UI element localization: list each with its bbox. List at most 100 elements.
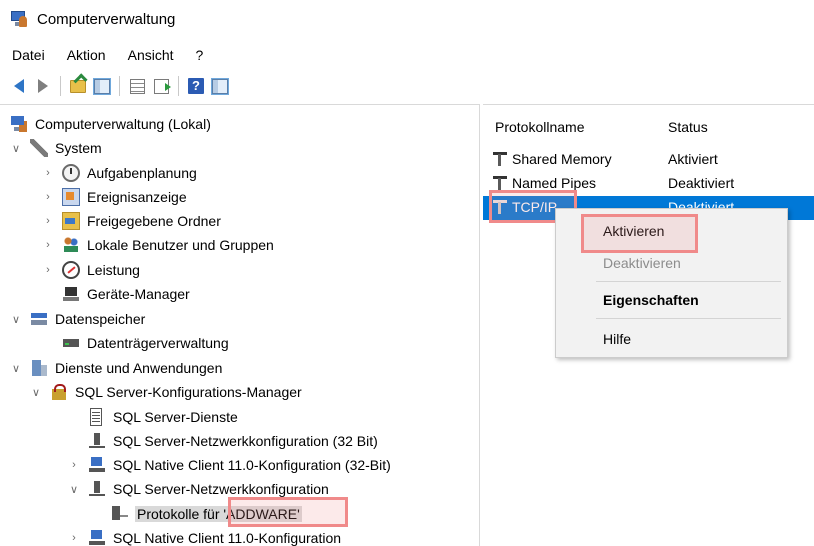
back-button[interactable] xyxy=(8,75,30,97)
show-hide-tree-icon xyxy=(93,77,111,95)
title-bar: Computerverwaltung xyxy=(0,0,814,38)
protocol-name: Shared Memory xyxy=(512,151,612,167)
menu-help[interactable]: ? xyxy=(194,46,206,64)
menu-item-deaktivieren: Deaktivieren xyxy=(603,255,681,271)
computer-management-icon xyxy=(10,10,28,28)
tree-item-label: Protokolle für 'ADDWARE' xyxy=(135,506,302,522)
help-button[interactable]: ? xyxy=(185,75,207,97)
menu-item-aktivieren[interactable]: Aktivieren xyxy=(556,218,787,244)
export-list-icon xyxy=(153,78,171,94)
network-config-icon xyxy=(88,432,106,450)
column-header-status[interactable]: Status xyxy=(668,119,708,135)
tree-item-sql-manager[interactable]: ∨ SQL Server-Konfigurations-Manager xyxy=(30,380,302,404)
tree-item-label: Leistung xyxy=(87,262,140,278)
services-icon xyxy=(30,359,48,377)
tree-item-geraete-manager[interactable]: › Geräte-Manager xyxy=(42,282,190,306)
protocol-name: TCP/IP xyxy=(512,199,558,215)
clock-icon xyxy=(62,164,80,182)
tree-item-label: Ereignisanzeige xyxy=(87,189,187,205)
tree-item-label: SQL Server-Konfigurations-Manager xyxy=(75,384,302,400)
menu-item-hilfe[interactable]: Hilfe xyxy=(556,326,787,352)
protocol-plug-icon xyxy=(492,175,510,191)
toolbar-separator xyxy=(119,76,120,96)
storage-icon xyxy=(30,310,48,328)
tree-item-label: SQL Server-Dienste xyxy=(113,409,238,425)
up-folder-icon xyxy=(70,79,86,93)
menu-aktion[interactable]: Aktion xyxy=(65,46,108,64)
tree-item-label: System xyxy=(55,140,102,156)
protocol-status: Deaktiviert xyxy=(668,175,735,191)
tree-item-sql-dienste[interactable]: › SQL Server-Dienste xyxy=(68,405,238,429)
menu-ansicht[interactable]: Ansicht xyxy=(126,46,176,64)
protocol-plug-icon xyxy=(492,151,510,167)
tree-item-system[interactable]: ∨ System xyxy=(10,136,102,160)
forward-button[interactable] xyxy=(32,75,54,97)
tree-item-sql-netzwerk-32[interactable]: › SQL Server-Netzwerkkonfiguration (32 B… xyxy=(68,429,378,453)
protocol-name-cell: TCP/IP xyxy=(492,199,557,215)
native-client-icon xyxy=(88,456,106,474)
computer-management-icon xyxy=(10,115,28,133)
properties-list-icon xyxy=(129,78,145,94)
tree-item-label: Datenspeicher xyxy=(55,311,146,327)
tree-item-root[interactable]: Computerverwaltung (Lokal) xyxy=(10,112,211,136)
chevron-right-icon[interactable]: › xyxy=(68,459,80,471)
tree-item-native-client-32[interactable]: › SQL Native Client 11.0-Konfiguration (… xyxy=(68,453,391,477)
up-one-level-button[interactable] xyxy=(67,75,89,97)
tools-icon xyxy=(30,139,48,157)
protocol-name-cell: Shared Memory xyxy=(492,151,612,167)
tree-item-label: Lokale Benutzer und Gruppen xyxy=(87,237,274,253)
native-client-icon xyxy=(88,529,106,546)
tree-item-freigegebene-ordner[interactable]: › Freigegebene Ordner xyxy=(42,209,221,233)
tree-item-label: SQL Server-Netzwerkkonfiguration (32 Bit… xyxy=(113,433,378,449)
list-row-shared-memory[interactable]: Shared Memory Aktiviert xyxy=(483,148,814,172)
tree-item-datentraegerverwaltung[interactable]: › Datenträgerverwaltung xyxy=(42,331,229,355)
tree-item-label: SQL Native Client 11.0-Konfiguration (32… xyxy=(113,457,391,473)
performance-icon xyxy=(62,261,80,279)
chevron-down-icon[interactable]: ∨ xyxy=(10,362,22,375)
tree-item-lokale-benutzer[interactable]: › Lokale Benutzer und Gruppen xyxy=(42,233,274,257)
chevron-down-icon[interactable]: ∨ xyxy=(68,483,80,496)
chevron-right-icon[interactable]: › xyxy=(42,191,54,203)
chevron-down-icon[interactable]: ∨ xyxy=(30,386,42,399)
export-list-button[interactable] xyxy=(150,75,172,97)
tree-item-ereignisanzeige[interactable]: › Ereignisanzeige xyxy=(42,185,187,209)
protocol-name: Named Pipes xyxy=(512,175,597,191)
protocols-icon xyxy=(110,505,128,523)
chevron-right-icon[interactable]: › xyxy=(42,167,54,179)
chevron-down-icon[interactable]: ∨ xyxy=(10,142,22,155)
tree-item-leistung[interactable]: › Leistung xyxy=(42,258,140,282)
chevron-right-icon[interactable]: › xyxy=(68,532,80,544)
tree-item-sql-netzwerk[interactable]: ∨ SQL Server-Netzwerkkonfiguration xyxy=(68,477,329,501)
toolbar-separator xyxy=(178,76,179,96)
menu-datei[interactable]: Datei xyxy=(10,46,47,64)
tree-item-protokolle[interactable]: Protokolle für 'ADDWARE' xyxy=(110,502,302,526)
chevron-right-icon[interactable]: › xyxy=(42,264,54,276)
show-hide-action-pane-icon xyxy=(211,77,229,95)
back-arrow-icon xyxy=(14,79,24,93)
chevron-right-icon[interactable]: › xyxy=(42,239,54,251)
tree-item-label: SQL Server-Netzwerkkonfiguration xyxy=(113,481,329,497)
users-icon xyxy=(62,236,80,254)
chevron-down-icon[interactable]: ∨ xyxy=(10,313,22,326)
column-header-protokollname[interactable]: Protokollname xyxy=(495,119,585,135)
tree-item-dienste[interactable]: ∨ Dienste und Anwendungen xyxy=(10,356,222,380)
list-row-named-pipes[interactable]: Named Pipes Deaktiviert xyxy=(483,172,814,196)
toolbar-separator xyxy=(60,76,61,96)
tree-item-datenspeicher[interactable]: ∨ Datenspeicher xyxy=(10,307,145,331)
menu-bar: Datei Aktion Ansicht ? xyxy=(0,44,223,66)
tree-item-label: Computerverwaltung (Lokal) xyxy=(35,116,211,132)
tree-item-aufgabenplanung[interactable]: › Aufgabenplanung xyxy=(42,161,197,185)
show-hide-action-pane-button[interactable] xyxy=(209,75,231,97)
tree-item-label: Datenträgerverwaltung xyxy=(87,335,229,351)
console-tree: Computerverwaltung (Lokal) ∨ System › Au… xyxy=(0,104,480,546)
protocol-status: Aktiviert xyxy=(668,151,718,167)
properties-button[interactable] xyxy=(126,75,148,97)
device-manager-icon xyxy=(62,285,80,303)
tree-item-native-client[interactable]: › SQL Native Client 11.0-Konfiguration xyxy=(68,526,341,546)
tree-item-label: Freigegebene Ordner xyxy=(87,213,221,229)
menu-item-eigenschaften[interactable]: Eigenschaften xyxy=(556,287,787,313)
shared-folder-icon xyxy=(62,212,80,230)
chevron-right-icon[interactable]: › xyxy=(42,215,54,227)
event-viewer-icon xyxy=(62,188,80,206)
show-hide-tree-button[interactable] xyxy=(91,75,113,97)
